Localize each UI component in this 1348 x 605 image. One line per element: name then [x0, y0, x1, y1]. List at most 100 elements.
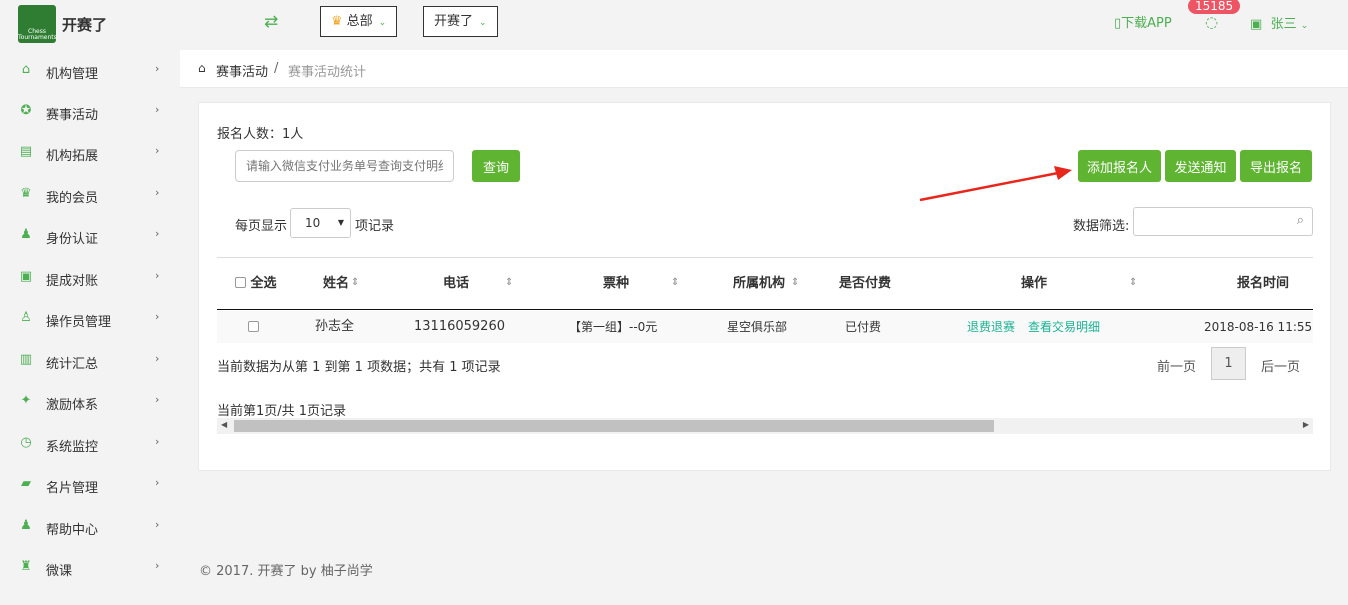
sidebar-item-label: 身份认证 — [46, 232, 99, 247]
sidebar-item-label: 统计汇总 — [46, 357, 99, 372]
sidebar-item-label: 机构拓展 — [46, 149, 99, 164]
select-all[interactable]: 全选 — [235, 258, 295, 310]
chevron-right-icon: › — [155, 352, 160, 365]
search-icon: ⌕ — [1296, 213, 1304, 228]
chevron-down-icon: ⌄ — [378, 18, 387, 28]
checkbox[interactable] — [248, 321, 259, 332]
signup-count: 报名人数：1人 — [217, 127, 304, 142]
sidebar-item[interactable]: ♛ 我的会员 › — [0, 174, 180, 215]
select-all-label: 全选 — [250, 276, 277, 291]
app-title: 开赛了 — [62, 16, 108, 34]
sort-icon[interactable]: ⇕ — [505, 277, 513, 288]
sidebar-item[interactable]: ▣ 提成对账 › — [0, 257, 180, 298]
perpage-suffix: 项记录 — [355, 219, 395, 234]
sidebar-item[interactable]: ▰ 名片管理 › — [0, 464, 180, 505]
perpage-select[interactable]: 10 ▼ — [290, 208, 351, 238]
crown-icon: ♛ — [331, 14, 343, 29]
sidebar-item[interactable]: ⌂ 机构管理 › — [0, 50, 180, 91]
checkbox[interactable] — [235, 277, 246, 288]
row-checkbox[interactable] — [248, 311, 259, 343]
app-select-label: 开赛了 — [434, 14, 474, 29]
sort-icon[interactable]: ⇕ — [791, 277, 799, 288]
table-info: 当前数据为从第 1 到第 1 项数据；共有 1 项记录 — [217, 360, 501, 375]
sidebar-item-label: 激励体系 — [46, 398, 99, 413]
user-name: 张三 — [1270, 17, 1297, 32]
sidebar-item-label: 名片管理 — [46, 481, 99, 496]
logo[interactable]: Chess Tournaments — [18, 5, 57, 43]
caret-down-icon: ▼ — [337, 218, 344, 227]
add-participant-button[interactable]: 添加报名人 — [1078, 150, 1161, 182]
scroll-left-icon[interactable]: ◀ — [221, 420, 227, 429]
top-bar: Chess Tournaments 开赛了 ⇄ ♛ 总部 ⌄ 开赛了 ⌄ ▯下载APP… — [0, 0, 1348, 48]
filter-label: 数据筛选: — [1073, 219, 1130, 234]
cell-ticket: 【第一组】--0元 — [569, 320, 658, 334]
cell-phone: 13116059260 — [414, 319, 505, 334]
user-card-icon: ▣ — [1250, 17, 1263, 32]
perpage-label: 每页显示 — [235, 219, 288, 234]
export-button[interactable]: 导出报名 — [1240, 150, 1312, 182]
home-icon[interactable]: ⌂ — [198, 61, 206, 75]
refund-link[interactable]: 退费退赛 — [967, 311, 1015, 343]
scroll-right-icon[interactable]: ▶ — [1303, 420, 1309, 429]
chevron-right-icon: › — [155, 103, 160, 116]
sort-icon[interactable]: ⇕ — [1129, 277, 1137, 288]
breadcrumb: ⌂ 赛事活动 / 赛事活动统计 — [180, 50, 1348, 88]
sidebar-item[interactable]: ♟ 帮助中心 › — [0, 506, 180, 547]
cell-name: 孙志全 — [315, 319, 355, 334]
sidebar-item[interactable]: ▤ 机构拓展 › — [0, 132, 180, 173]
org-select[interactable]: ♛ 总部 ⌄ — [320, 6, 398, 37]
search-button[interactable]: 查询 — [472, 150, 520, 182]
help-icon: ♟ — [20, 518, 32, 533]
sidebar-item[interactable]: ✦ 激励体系 › — [0, 381, 180, 422]
chevron-right-icon: › — [155, 435, 160, 448]
horizontal-scrollbar[interactable]: ◀ ▶ — [217, 418, 1313, 434]
header-ops: 操作 — [1021, 276, 1048, 291]
app-select[interactable]: 开赛了 ⌄ — [423, 6, 498, 37]
sidebar-item[interactable]: ♟ 身份认证 › — [0, 215, 180, 256]
breadcrumb-parent[interactable]: 赛事活动 — [216, 61, 268, 80]
header-time[interactable]: 报名时间 — [1237, 258, 1313, 310]
sidebar-item-label: 赛事活动 — [46, 108, 99, 123]
chevron-right-icon: › — [155, 518, 160, 531]
sidebar-item[interactable]: ✪ 赛事活动 › — [0, 91, 180, 132]
chevron-down-icon: ⌄ — [479, 18, 487, 28]
sidebar-item[interactable]: ◷ 系统监控 › — [0, 423, 180, 464]
sidebar-item-label: 操作员管理 — [46, 315, 112, 330]
swap-icon[interactable]: ⇄ — [264, 12, 278, 32]
sidebar-item[interactable]: ♙ 操作员管理 › — [0, 298, 180, 339]
breadcrumb-current: 赛事活动统计 — [288, 65, 367, 80]
sort-icon[interactable]: ⇕ — [351, 277, 359, 288]
sidebar-item[interactable]: ♜ 微课 › — [0, 547, 180, 588]
chevron-right-icon: › — [155, 186, 160, 199]
sort-icon[interactable]: ⇕ — [671, 277, 679, 288]
chevron-right-icon: › — [155, 227, 160, 240]
id-icon: ♟ — [20, 227, 32, 242]
trophy-icon: ✪ — [20, 103, 32, 118]
sidebar: ⌂ 机构管理 › ✪ 赛事活动 › ▤ 机构拓展 › ♛ 我的会员 › ♟ 身份认证 › ▣ 提成对账 › ♙ 操作员… — [0, 48, 180, 605]
money-icon: ▣ — [19, 269, 33, 284]
scroll-thumb[interactable] — [234, 420, 994, 432]
next-page-button[interactable]: 后一页 — [1261, 356, 1300, 375]
sidebar-item-label: 机构管理 — [46, 67, 99, 82]
download-app-link[interactable]: ▯下载APP — [1114, 12, 1172, 31]
transaction-detail-link[interactable]: 查看交易明细 — [1028, 311, 1100, 343]
logo-text: Chess Tournaments — [18, 28, 57, 41]
header-phone[interactable]: 电话 — [443, 258, 483, 310]
header-paid[interactable]: 是否付费 — [839, 258, 899, 310]
chevron-right-icon: › — [155, 62, 160, 75]
chat-icon[interactable]: ◌ — [1205, 13, 1218, 31]
perpage-value: 10 — [305, 216, 321, 230]
cell-time: 2018-08-16 11:55:2 — [1204, 320, 1313, 334]
header-ticket[interactable]: 票种 — [603, 258, 643, 310]
operator-icon: ♙ — [20, 310, 32, 325]
filter-input[interactable]: ⌕ — [1133, 207, 1313, 236]
prev-page-button[interactable]: 前一页 — [1157, 356, 1196, 375]
sidebar-item[interactable]: ▥ 统计汇总 › — [0, 340, 180, 381]
sidebar-item-label: 提成对账 — [46, 274, 99, 289]
user-menu[interactable]: ▣ 张三 ⌄ — [1250, 13, 1308, 32]
send-notice-button[interactable]: 发送通知 — [1165, 150, 1236, 182]
payment-search-input[interactable] — [235, 150, 454, 182]
cell-org: 星空俱乐部 — [727, 320, 788, 334]
page-button[interactable]: 1 — [1211, 347, 1246, 380]
main-panel: 报名人数：1人 查询 添加报名人 发送通知 导出报名 每页显示 10▼ 项记录 … — [198, 102, 1331, 471]
